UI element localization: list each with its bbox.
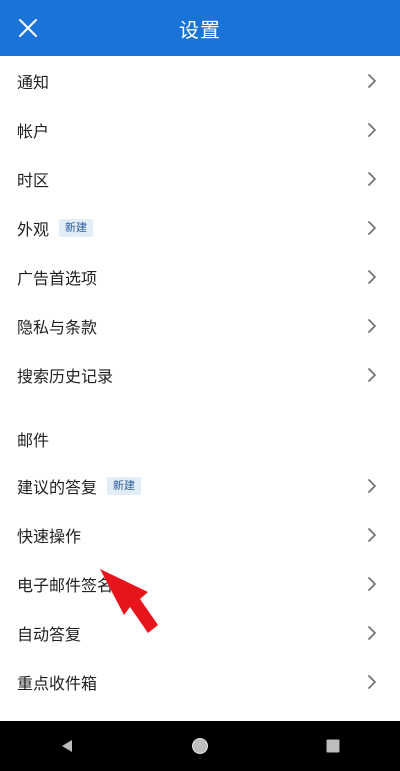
nav-recents-button[interactable] <box>303 721 363 771</box>
chevron-right-icon <box>368 625 376 640</box>
settings-item-label: 重点收件箱 <box>17 673 98 693</box>
settings-item-appearance[interactable]: 外观 新建 <box>0 203 400 252</box>
close-icon <box>19 19 37 37</box>
settings-item-notifications[interactable]: 通知 <box>0 56 400 105</box>
chevron-right-icon <box>368 73 376 88</box>
chevron-right-icon <box>368 269 376 284</box>
new-badge: 新建 <box>107 476 142 495</box>
recents-square-icon <box>326 739 340 753</box>
system-nav-bar <box>0 721 400 771</box>
home-circle-icon <box>191 738 208 754</box>
settings-item-quick-actions[interactable]: 快速操作 <box>0 510 400 559</box>
chevron-right-icon <box>368 318 376 333</box>
settings-item-auto-reply[interactable]: 自动答复 <box>0 608 400 657</box>
close-button[interactable] <box>10 10 46 46</box>
settings-item-label: 搜索历史记录 <box>17 366 114 386</box>
chevron-right-icon <box>368 171 376 186</box>
settings-list[interactable]: 通知 帐户 时区 外观 新建 广告首选项 隐私与条款 搜索历史记录 邮件 建议的… <box>0 56 400 721</box>
chevron-right-icon <box>368 367 376 382</box>
chevron-right-icon <box>368 122 376 137</box>
settings-item-accounts[interactable]: 帐户 <box>0 105 400 154</box>
settings-item-label: 快速操作 <box>17 526 82 546</box>
settings-item-mail-list[interactable]: 邮件列表 <box>0 706 400 721</box>
nav-home-button[interactable] <box>170 721 230 771</box>
settings-item-search-history[interactable]: 搜索历史记录 <box>0 350 400 399</box>
settings-item-label: 时区 <box>17 170 50 190</box>
settings-item-focused-inbox[interactable]: 重点收件箱 <box>0 657 400 706</box>
settings-item-email-signature[interactable]: 电子邮件签名 <box>0 559 400 608</box>
settings-item-privacy-terms[interactable]: 隐私与条款 <box>0 301 400 350</box>
settings-item-label: 隐私与条款 <box>17 317 98 337</box>
settings-item-timezone[interactable]: 时区 <box>0 154 400 203</box>
settings-item-suggested-replies[interactable]: 建议的答复 新建 <box>0 461 400 510</box>
app-bar: 设置 <box>0 0 400 56</box>
settings-item-label: 广告首选项 <box>17 268 98 288</box>
new-badge: 新建 <box>59 218 94 237</box>
chevron-right-icon <box>368 478 376 493</box>
chevron-right-icon <box>368 674 376 689</box>
section-header-mail: 邮件 <box>17 431 50 450</box>
back-triangle-icon <box>61 740 72 752</box>
settings-item-label: 建议的答复 <box>17 477 98 497</box>
settings-item-label: 通知 <box>17 72 50 92</box>
settings-item-ad-preferences[interactable]: 广告首选项 <box>0 252 400 301</box>
chevron-right-icon <box>368 220 376 235</box>
settings-item-label: 电子邮件签名 <box>17 575 114 595</box>
settings-item-label: 外观 <box>17 219 50 239</box>
page-title: 设置 <box>179 17 221 42</box>
chevron-right-icon <box>368 527 376 542</box>
nav-back-button[interactable] <box>37 721 97 771</box>
chevron-right-icon <box>368 576 376 591</box>
settings-item-label: 自动答复 <box>17 624 82 644</box>
settings-item-label: 帐户 <box>17 121 50 141</box>
